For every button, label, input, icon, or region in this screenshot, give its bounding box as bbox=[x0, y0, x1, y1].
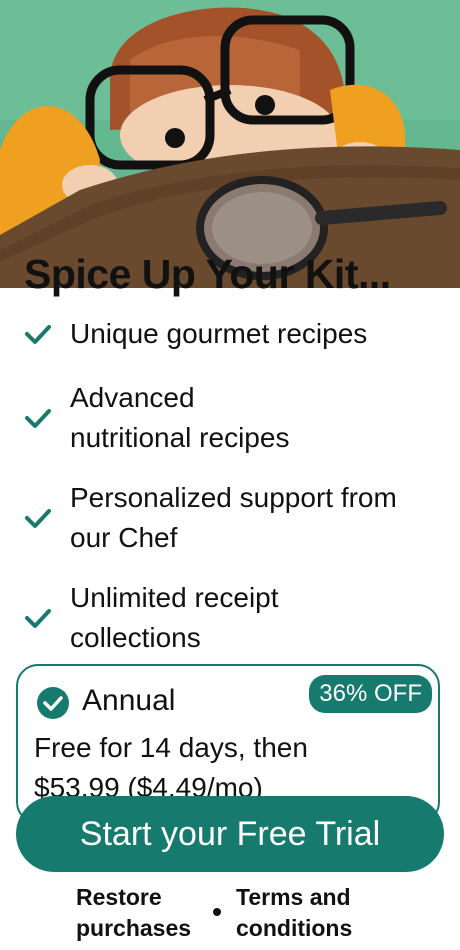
hero-illustration bbox=[0, 0, 460, 288]
checkmark-icon bbox=[25, 325, 51, 344]
feature-item: Personalized support from our Chef bbox=[24, 478, 444, 558]
feature-item: Unique gourmet recipes bbox=[24, 314, 444, 354]
feature-text: Advanced nutritional recipes bbox=[70, 382, 290, 453]
start-free-trial-button[interactable]: Start your Free Trial bbox=[16, 796, 444, 872]
feature-text: Unlimited receipt collections bbox=[70, 582, 279, 653]
checkmark-icon bbox=[25, 409, 51, 428]
plan-name: Annual bbox=[82, 684, 176, 717]
terms-and-conditions-link[interactable]: Terms and conditions bbox=[236, 882, 396, 944]
restore-purchases-link[interactable]: Restore purchases bbox=[76, 882, 216, 944]
checkmark-icon bbox=[25, 509, 51, 528]
checkmark-icon bbox=[25, 609, 51, 628]
footer-links: Restore purchases Terms and conditions bbox=[0, 882, 460, 946]
discount-badge: 36% OFF bbox=[309, 675, 432, 713]
separator-dot bbox=[213, 908, 221, 916]
feature-text: Personalized support from our Chef bbox=[70, 482, 397, 553]
page-title: Spice Up Your Kit... bbox=[24, 251, 391, 297]
selected-check-circle-icon bbox=[37, 687, 69, 719]
feature-item: Advanced nutritional recipes bbox=[24, 378, 444, 458]
feature-item: Unlimited receipt collections bbox=[24, 578, 444, 658]
feature-text: Unique gourmet recipes bbox=[70, 318, 368, 349]
